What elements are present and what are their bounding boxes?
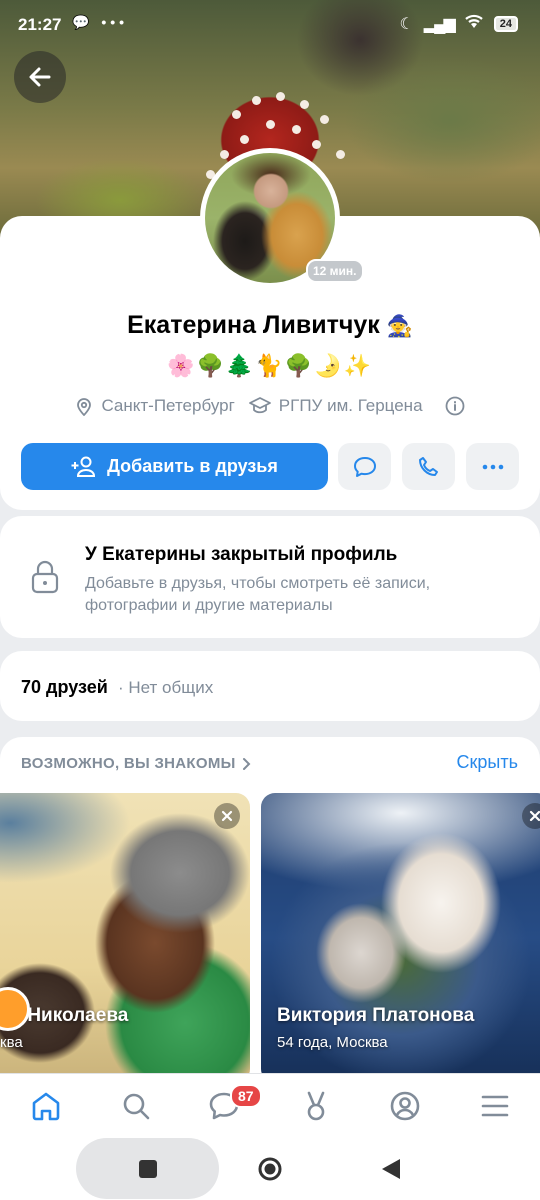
add-friend-label: Добавить в друзья [107, 456, 278, 476]
profile-name-text: Екатерина Ливитчук [127, 311, 380, 339]
suggestions-title[interactable]: ВОЗМОЖНО, ВЫ ЗНАКОМЫ [21, 755, 252, 772]
triangle-back-icon [382, 1159, 400, 1179]
profile-name: Екатерина Ливитчук 🧙 [0, 311, 540, 340]
friends-card[interactable]: 70 друзей · Нет общих [0, 651, 540, 721]
wifi-icon [464, 13, 484, 34]
back-button[interactable] [14, 51, 66, 103]
signal-icon: ▂▄▆ [423, 15, 456, 33]
tab-menu[interactable] [477, 1088, 513, 1124]
arrow-left-icon [29, 67, 51, 87]
more-button[interactable] [466, 443, 519, 490]
moon-icon: ☾ [399, 15, 414, 33]
closed-profile-description: Добавьте в друзья, чтобы смотреть её зап… [85, 575, 431, 614]
search-icon [123, 1093, 150, 1120]
back-nav-button[interactable] [380, 1157, 402, 1186]
suggestions-title-text: ВОЗМОЖНО, ВЫ ЗНАКОМЫ [21, 755, 236, 772]
more-dots-icon [482, 464, 503, 469]
battery-icon: 24 [493, 15, 518, 32]
tab-profile[interactable] [387, 1088, 423, 1124]
suggestion-name: Виктория Платонова [277, 1005, 475, 1026]
suggestion-card[interactable]: на Николаева ква [0, 793, 250, 1077]
location-pin-icon [75, 396, 93, 416]
chevron-right-icon [242, 757, 251, 770]
system-navigation-bar [0, 1138, 540, 1200]
profile-icon [390, 1091, 420, 1121]
info-icon[interactable] [445, 396, 465, 416]
closed-profile-title: У Екатерины закрытый профиль [85, 544, 398, 565]
circle-home-icon [258, 1157, 282, 1181]
message-button[interactable] [338, 443, 391, 490]
suggestion-subtitle: 54 года, Москва [277, 1034, 388, 1051]
common-friends: · Нет общих [118, 678, 214, 697]
suggestion-subtitle: ква [0, 1034, 23, 1051]
clips-icon [307, 1091, 325, 1121]
closed-profile-card: У Екатерины закрытый профиль Добавьте в … [0, 516, 540, 638]
status-bar: 21:27 💬 ••• ☾ ▂▄▆ 24 [0, 0, 540, 50]
emoji-status[interactable]: 🌸🌳🌲🐈🌳🌛✨ [0, 353, 540, 379]
tab-clips[interactable] [298, 1088, 334, 1124]
tab-search[interactable] [118, 1088, 154, 1124]
phone-icon [418, 456, 438, 476]
notification-icons: 💬 ••• [72, 14, 129, 30]
friends-count: 70 друзей [21, 677, 108, 697]
profile-city: Санкт-Петербург [101, 396, 235, 415]
profile-university: РГПУ им. Герцена [278, 396, 423, 415]
last-seen-badge: 12 мин. [306, 259, 364, 283]
education-cap-icon [248, 397, 271, 415]
lock-icon [30, 560, 60, 599]
hide-suggestions-link[interactable]: Скрыть [457, 752, 518, 773]
suggestion-card[interactable]: Виктория Платонова 54 года, Москва [261, 793, 540, 1077]
messages-badge: 87 [230, 1084, 262, 1108]
bottom-tab-bar: 87 [0, 1073, 540, 1138]
suggestions-section: ВОЗМОЖНО, ВЫ ЗНАКОМЫ Скрыть на Николаева… [0, 737, 540, 1077]
add-user-icon [71, 456, 96, 477]
recent-apps-button[interactable] [76, 1138, 219, 1199]
call-button[interactable] [402, 443, 455, 490]
profile-name-emoji[interactable]: 🧙 [387, 315, 413, 338]
chat-bubble-icon [353, 456, 376, 477]
add-friend-button[interactable]: Добавить в друзья [21, 443, 328, 490]
tab-home[interactable] [28, 1088, 64, 1124]
square-icon [138, 1159, 157, 1178]
home-button[interactable] [257, 1156, 283, 1187]
close-icon[interactable] [214, 803, 240, 829]
hamburger-menu-icon [481, 1095, 509, 1117]
home-icon [32, 1092, 60, 1121]
profile-info-line: Санкт-Петербург РГПУ им. Герцена [0, 396, 540, 416]
status-time: 21:27 [18, 15, 62, 34]
